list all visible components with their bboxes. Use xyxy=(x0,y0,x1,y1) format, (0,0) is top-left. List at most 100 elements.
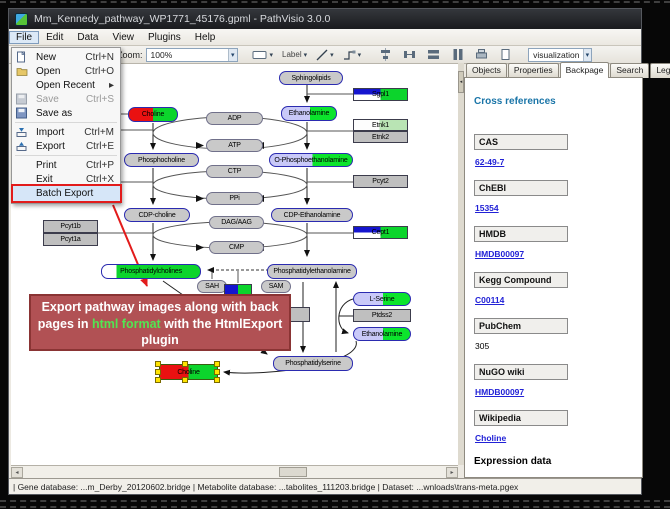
title-bar[interactable]: Mm_Kennedy_pathway_WP1771_45176.gpml - P… xyxy=(9,9,641,29)
print-button[interactable] xyxy=(475,48,488,61)
align-center-button[interactable] xyxy=(379,48,392,61)
page-setup-button[interactable] xyxy=(499,48,512,61)
selection-handle[interactable] xyxy=(182,377,188,383)
menu-help[interactable]: Help xyxy=(188,31,223,44)
stack-horizontal-button[interactable] xyxy=(451,48,464,61)
connector-tool-button[interactable]: ▾ xyxy=(343,49,362,61)
xref-link[interactable]: 62-49-7 xyxy=(475,157,642,167)
node-o-phosphoethanolamine[interactable]: O-Phosphoethanolamine xyxy=(269,153,353,167)
gene-box-etnk2[interactable]: Etnk2 xyxy=(353,131,408,143)
datanode-tool-button[interactable]: ▾ xyxy=(252,49,274,61)
gene-box-sgpl1[interactable]: Sgpl1 xyxy=(353,88,408,101)
xref-link[interactable]: Choline xyxy=(475,433,642,443)
stack-vertical-button[interactable] xyxy=(427,48,440,61)
node-choline-top[interactable]: Choline xyxy=(128,107,178,122)
node-ppi[interactable]: PPi xyxy=(206,192,263,205)
selection-handle[interactable] xyxy=(214,369,220,375)
scroll-right-icon[interactable]: ▸ xyxy=(446,467,458,478)
menu-item-open[interactable]: Open Ctrl+O xyxy=(12,64,120,78)
gene-box-cept1[interactable]: Cept1 xyxy=(353,226,408,239)
xref-section-wikipedia: Wikipedia Choline xyxy=(474,410,642,443)
node-l-serine[interactable]: L-Serine xyxy=(353,292,411,306)
scroll-left-icon[interactable]: ◂ xyxy=(11,467,23,478)
tab-search[interactable]: Search xyxy=(610,63,649,78)
xref-link[interactable]: HMDB00097 xyxy=(475,249,642,259)
node-cmp[interactable]: CMP xyxy=(209,241,264,254)
datanode-icon xyxy=(252,49,268,61)
zoom-value: 100% xyxy=(151,50,173,60)
menu-item-shortcut: Ctrl+O xyxy=(85,66,114,77)
label-tool-button[interactable]: Label ▾ xyxy=(282,50,307,59)
menu-edit[interactable]: Edit xyxy=(39,31,70,44)
screenshot-tear-edge-bottom xyxy=(0,500,670,502)
gene-box-pcyt2[interactable]: Pcyt2 xyxy=(353,175,408,188)
chevron-down-icon[interactable]: ▾ xyxy=(583,49,592,61)
visualization-combobox[interactable]: visualization ▾ xyxy=(528,48,592,62)
menu-item-print[interactable]: Print Ctrl+P xyxy=(12,158,120,172)
selection-handle[interactable] xyxy=(155,361,161,367)
menu-view[interactable]: View xyxy=(105,31,141,44)
node-ethanolamine-top[interactable]: Ethanolamine xyxy=(281,106,337,121)
gene-box-pcyt1b[interactable]: Pcyt1b xyxy=(43,220,98,233)
zoom-combobox[interactable]: 100% ▾ xyxy=(146,48,238,62)
tab-backpage[interactable]: Backpage xyxy=(560,62,610,78)
tab-properties[interactable]: Properties xyxy=(508,63,559,78)
node-sah[interactable]: SAH xyxy=(197,280,227,293)
node-phosphatidylcholines[interactable]: Phosphatidylcholines xyxy=(101,264,201,279)
xref-section-cas: CAS 62-49-7 xyxy=(474,134,642,167)
menu-item-open-recent[interactable]: Open Recent ▸ xyxy=(12,78,120,92)
visualization-value: visualization xyxy=(533,50,579,60)
xref-section-hmdb: HMDB HMDB00097 xyxy=(474,226,642,259)
selection-handle[interactable] xyxy=(214,361,220,367)
node-ctp[interactable]: CTP xyxy=(206,165,263,178)
align-center-icon xyxy=(379,48,392,61)
chevron-down-icon[interactable]: ▾ xyxy=(228,49,237,61)
menu-item-exit[interactable]: Exit Ctrl+X xyxy=(12,172,120,186)
canvas-horizontal-scrollbar[interactable]: ◂ ▸ xyxy=(11,465,458,478)
menu-item-export[interactable]: Export Ctrl+E xyxy=(12,139,120,153)
node-dag-aag[interactable]: DAG/AAG xyxy=(209,216,264,229)
xref-link[interactable]: HMDB00097 xyxy=(475,387,642,397)
selection-handle[interactable] xyxy=(182,361,188,367)
distribute-horizontal-icon xyxy=(403,48,416,61)
node-cdp-choline[interactable]: CDP-choline xyxy=(124,208,190,222)
menu-item-new[interactable]: New Ctrl+N xyxy=(12,50,120,64)
node-sphingolipids[interactable]: Sphingolipids xyxy=(279,71,343,85)
gene-box-pcyt1a[interactable]: Pcyt1a xyxy=(43,233,98,246)
export-icon xyxy=(16,140,27,155)
node-ethanolamine-bottom[interactable]: Ethanolamine xyxy=(353,327,411,341)
menu-item-batch-export[interactable]: Batch Export xyxy=(12,186,120,201)
menu-data[interactable]: Data xyxy=(70,31,105,44)
node-sam[interactable]: SAM xyxy=(261,280,291,293)
node-atp[interactable]: ATP xyxy=(206,139,263,152)
tab-legend[interactable]: Legend xyxy=(650,63,670,78)
node-phosphatidylethanolamine[interactable]: Phosphatidylethanolamine xyxy=(267,264,357,279)
side-panel: Objects Properties Backpage Search Legen… xyxy=(464,63,643,478)
xref-title: Kegg Compound xyxy=(474,272,568,288)
line-tool-button[interactable]: ▾ xyxy=(316,49,334,61)
distribute-horizontal-button[interactable] xyxy=(403,48,416,61)
menu-file[interactable]: File xyxy=(9,31,39,44)
menu-item-import[interactable]: Import Ctrl+M xyxy=(12,125,120,139)
selection-handle[interactable] xyxy=(214,377,220,383)
app-icon xyxy=(15,13,28,26)
node-phosphocholine[interactable]: Phosphocholine xyxy=(124,153,199,167)
node-choline-selected[interactable]: Choline xyxy=(159,364,218,380)
selection-handle[interactable] xyxy=(155,369,161,375)
node-phosphatidylserine[interactable]: Phosphatidylserine xyxy=(273,356,353,371)
menu-plugins[interactable]: Plugins xyxy=(141,31,188,44)
menu-item-label: Export xyxy=(36,141,65,152)
node-adp[interactable]: ADP xyxy=(206,112,263,125)
gene-box-ptdss2[interactable]: Ptdss2 xyxy=(353,309,411,322)
xref-link[interactable]: 15354 xyxy=(475,203,642,213)
xref-link[interactable]: C00114 xyxy=(475,295,642,305)
selection-handle[interactable] xyxy=(155,377,161,383)
node-cdp-ethanolamine[interactable]: CDP-Ethanolamine xyxy=(271,208,353,222)
menu-item-save-as[interactable]: Save as xyxy=(12,106,120,120)
menu-item-label: Open Recent xyxy=(36,80,95,91)
connector-icon xyxy=(343,49,356,61)
scrollbar-thumb[interactable] xyxy=(279,467,307,477)
gene-box-etnk1[interactable]: Etnk1 xyxy=(353,119,408,131)
menu-item-save[interactable]: Save Ctrl+S xyxy=(12,92,120,106)
tab-objects[interactable]: Objects xyxy=(466,63,507,78)
